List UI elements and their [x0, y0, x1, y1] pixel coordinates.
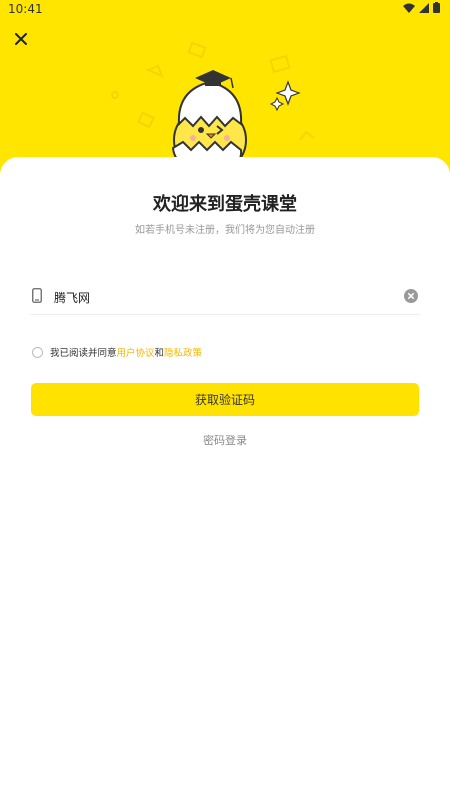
battery-icon	[433, 2, 440, 13]
clear-icon[interactable]	[404, 289, 418, 303]
phone-input[interactable]	[52, 284, 396, 310]
agreement-and: 和	[154, 348, 165, 359]
wifi-icon	[403, 3, 415, 13]
status-bar: 10:41	[0, 0, 450, 18]
status-time: 10:41	[8, 2, 43, 16]
phone-icon	[32, 288, 42, 303]
login-card	[0, 157, 450, 800]
phone-field	[30, 280, 420, 315]
password-login-link[interactable]: 密码登录	[0, 432, 450, 448]
page-title: 欢迎来到蛋壳课堂	[153, 194, 297, 215]
close-icon	[15, 33, 27, 45]
status-icons	[403, 2, 440, 13]
agreement-checkbox[interactable]	[32, 346, 43, 358]
page-subtitle: 如若手机号未注册，我们将为您自动注册	[135, 225, 315, 236]
signal-icon	[419, 2, 429, 13]
user-agreement-link[interactable]: 用户协议	[117, 345, 155, 359]
agreement-row: 我已阅读并同意 用户协议 和 隐私政策	[32, 344, 202, 360]
agreement-prefix: 我已阅读并同意	[50, 348, 117, 359]
privacy-policy-link[interactable]: 隐私政策	[164, 345, 202, 359]
get-code-button[interactable]: 获取验证码	[31, 383, 419, 416]
chick-mascot-icon	[171, 70, 301, 170]
close-button[interactable]	[10, 28, 32, 50]
